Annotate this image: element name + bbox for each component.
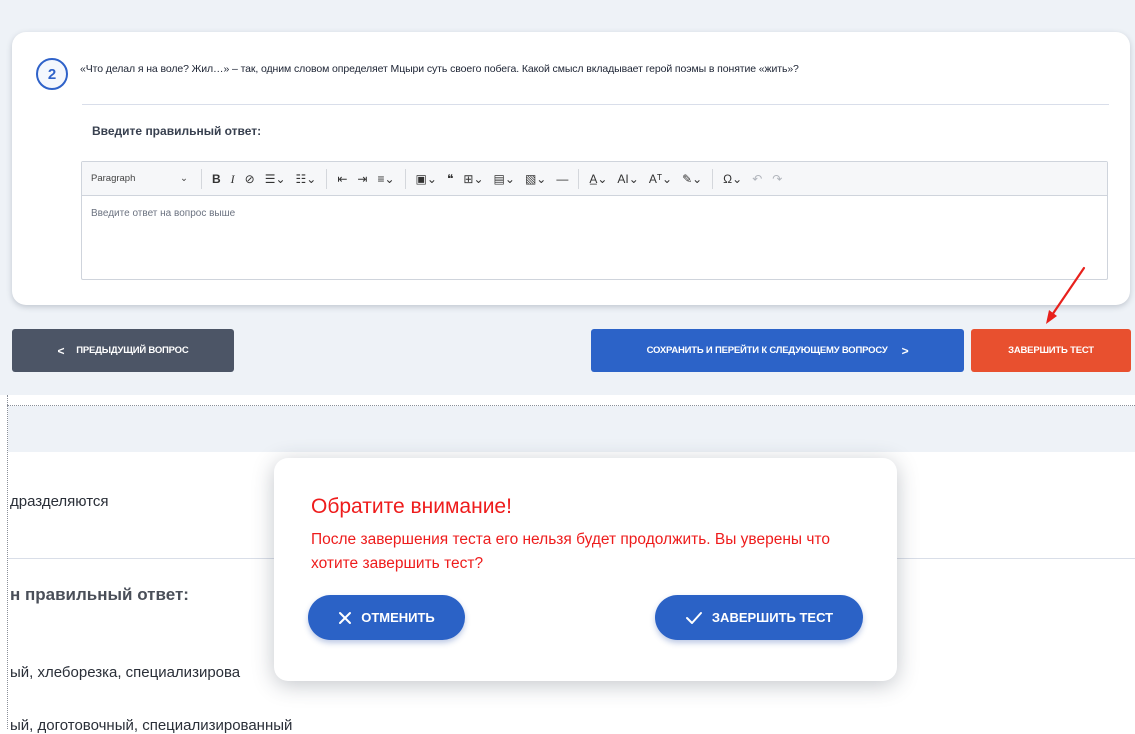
finish-test-button[interactable]: ЗАВЕРШИТЬ ТЕСТ [971, 329, 1131, 372]
align-icon[interactable]: ≡⌄ [372, 162, 399, 196]
confirm-finish-button[interactable]: ЗАВЕРШИТЬ ТЕСТ [655, 595, 863, 640]
highlight-icon[interactable]: ✎⌄ [677, 162, 707, 196]
outdent-icon[interactable]: ⇤ [332, 162, 352, 196]
toolbar-separator [201, 168, 202, 189]
indent-icon[interactable]: ⇥ [352, 162, 372, 196]
font-size-icon[interactable]: AI⌄ [612, 162, 643, 196]
previous-question-label: ПРЕДЫДУЩИЙ ВОПРОС [76, 345, 189, 356]
font-color-icon[interactable]: A̲⌄ [584, 162, 612, 196]
background-option: ый, хлеборезка, специализирова [10, 664, 241, 681]
question-card: 2 «Что делал я на воле? Жил…» – так, одн… [12, 32, 1130, 305]
background-header-band [8, 406, 1135, 452]
question-number: 2 [36, 58, 68, 90]
toolbar-separator [404, 168, 406, 189]
special-char-icon[interactable]: Ω⌄ [718, 162, 747, 196]
toolbar-separator [326, 168, 328, 189]
editor-input[interactable]: Введите ответ на вопрос выше [82, 196, 1107, 231]
chevron-right-icon: > [901, 343, 909, 358]
undo-icon[interactable]: ↶ [747, 162, 767, 196]
bold-icon[interactable]: B [207, 162, 226, 196]
table-icon[interactable]: ⊞⌄ [458, 162, 488, 196]
link-icon[interactable]: ⊘ [240, 162, 260, 196]
answer-editor[interactable]: Paragraph ⌄ B I ⊘ ☰⌄ ☷⌄ ⇤ ⇥ ≡⌄ ▣⌄ ❝ ⊞⌄ ▤… [81, 161, 1108, 280]
cancel-button[interactable]: ОТМЕНИТЬ [308, 595, 465, 640]
toolbar-separator [712, 168, 714, 189]
image-icon[interactable]: ▣⌄ [411, 162, 442, 196]
toolbar-separator [578, 168, 580, 189]
horizontal-line-icon[interactable]: — [551, 162, 573, 196]
paragraph-select[interactable]: Paragraph ⌄ [91, 173, 196, 184]
annotation-arrow-icon [1046, 266, 1086, 324]
blockquote-icon[interactable]: ❝ [442, 162, 458, 196]
save-and-next-label: СОХРАНИТЬ И ПЕРЕЙТИ К СЛЕДУЮЩЕМУ ВОПРОСУ [646, 345, 888, 356]
check-icon [685, 611, 702, 624]
media-icon[interactable]: ▤⌄ [489, 162, 520, 196]
save-and-next-button[interactable]: СОХРАНИТЬ И ПЕРЕЙТИ К СЛЕДУЮЩЕМУ ВОПРОСУ… [591, 329, 964, 372]
background-question-text: дразделяются [10, 493, 109, 510]
italic-icon[interactable]: I [226, 162, 240, 196]
bulleted-list-icon[interactable]: ☰⌄ [260, 162, 291, 196]
question-text: «Что делал я на воле? Жил…» – так, одним… [80, 63, 799, 75]
chevron-left-icon: < [57, 343, 65, 358]
question-section: 2 «Что делал я на воле? Жил…» – так, одн… [0, 0, 1135, 395]
background-answer-label: н правильный ответ: [10, 585, 189, 604]
finish-test-label: ЗАВЕРШИТЬ ТЕСТ [1008, 345, 1094, 356]
cancel-label: ОТМЕНИТЬ [361, 610, 435, 625]
chevron-down-icon: ⌄ [180, 173, 188, 184]
confirm-finish-dialog: Обратите внимание! После завершения тест… [274, 458, 897, 681]
template-icon[interactable]: ▧⌄ [520, 162, 551, 196]
background-option: ый, доготовочный, специализированный [10, 717, 293, 734]
previous-question-button[interactable]: < ПРЕДЫДУЩИЙ ВОПРОС [12, 329, 234, 372]
answer-label: Введите правильный ответ: [92, 124, 262, 138]
dialog-title: Обратите внимание! [311, 495, 512, 518]
font-family-icon[interactable]: Aᵀ⌄ [644, 162, 677, 196]
confirm-finish-label: ЗАВЕРШИТЬ ТЕСТ [711, 610, 834, 625]
close-icon [339, 611, 352, 624]
editor-toolbar: Paragraph ⌄ B I ⊘ ☰⌄ ☷⌄ ⇤ ⇥ ≡⌄ ▣⌄ ❝ ⊞⌄ ▤… [82, 162, 1107, 196]
numbered-list-icon[interactable]: ☷⌄ [291, 162, 322, 196]
divider [82, 104, 1109, 105]
dialog-message: После завершения теста его нельзя будет … [311, 531, 830, 572]
paragraph-label: Paragraph [91, 173, 136, 184]
redo-icon[interactable]: ↷ [767, 162, 787, 196]
